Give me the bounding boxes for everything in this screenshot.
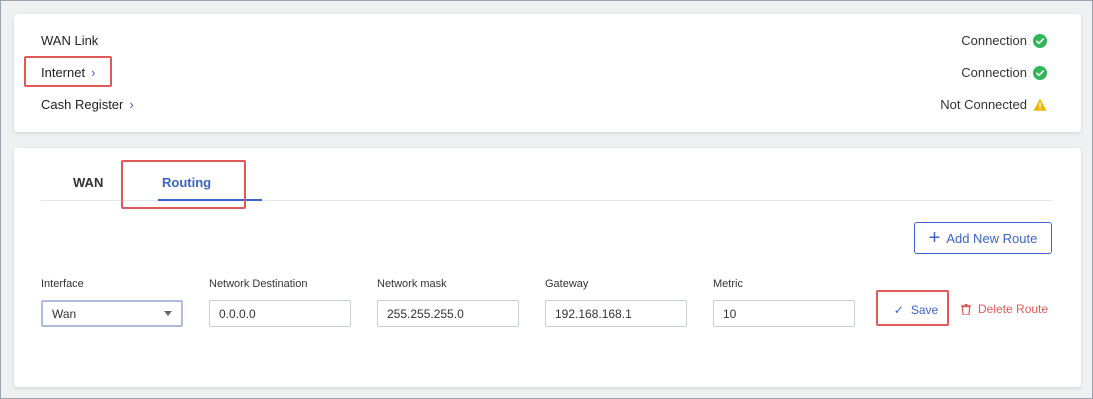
warning-triangle-icon (1033, 98, 1047, 111)
save-highlight-box (876, 290, 949, 326)
cash-register-status: Not Connected (940, 97, 1047, 112)
check-circle-icon (1033, 33, 1047, 48)
trash-icon (961, 303, 971, 315)
interface-select[interactable]: Wan (41, 300, 183, 327)
network-mask-input[interactable]: 255.255.255.0 (377, 300, 519, 327)
chevron-down-icon (164, 311, 172, 316)
cash-register-link[interactable]: Cash Register › (41, 97, 134, 112)
chevron-right-icon: › (129, 97, 134, 112)
metric-label: Metric (713, 278, 743, 290)
metric-input[interactable]: 10 (713, 300, 855, 327)
tab-wan[interactable]: WAN (73, 175, 103, 190)
routing-tab-highlight-box (121, 160, 246, 209)
gateway-input[interactable]: 192.168.168.1 (545, 300, 687, 327)
interface-label: Interface (41, 278, 84, 290)
add-new-route-button[interactable]: + Add New Route (914, 222, 1052, 254)
internet-highlight-box (24, 56, 112, 87)
delete-route-button[interactable]: Delete Route (961, 302, 1048, 316)
internet-status: Connection (961, 65, 1047, 80)
network-destination-input[interactable]: 0.0.0.0 (209, 300, 351, 327)
check-circle-icon (1033, 65, 1047, 80)
wan-link-label: WAN Link (41, 33, 99, 48)
gateway-label: Gateway (545, 278, 589, 290)
routing-card: WAN Routing + Add New Route Interface Wa… (14, 148, 1081, 387)
network-mask-label: Network mask (377, 278, 447, 290)
wan-link-status: Connection (961, 33, 1047, 48)
connections-card: WAN Link Internet › Cash Register › Conn… (14, 14, 1081, 132)
plus-icon: + (928, 227, 941, 249)
network-destination-label: Network Destination (209, 278, 308, 290)
